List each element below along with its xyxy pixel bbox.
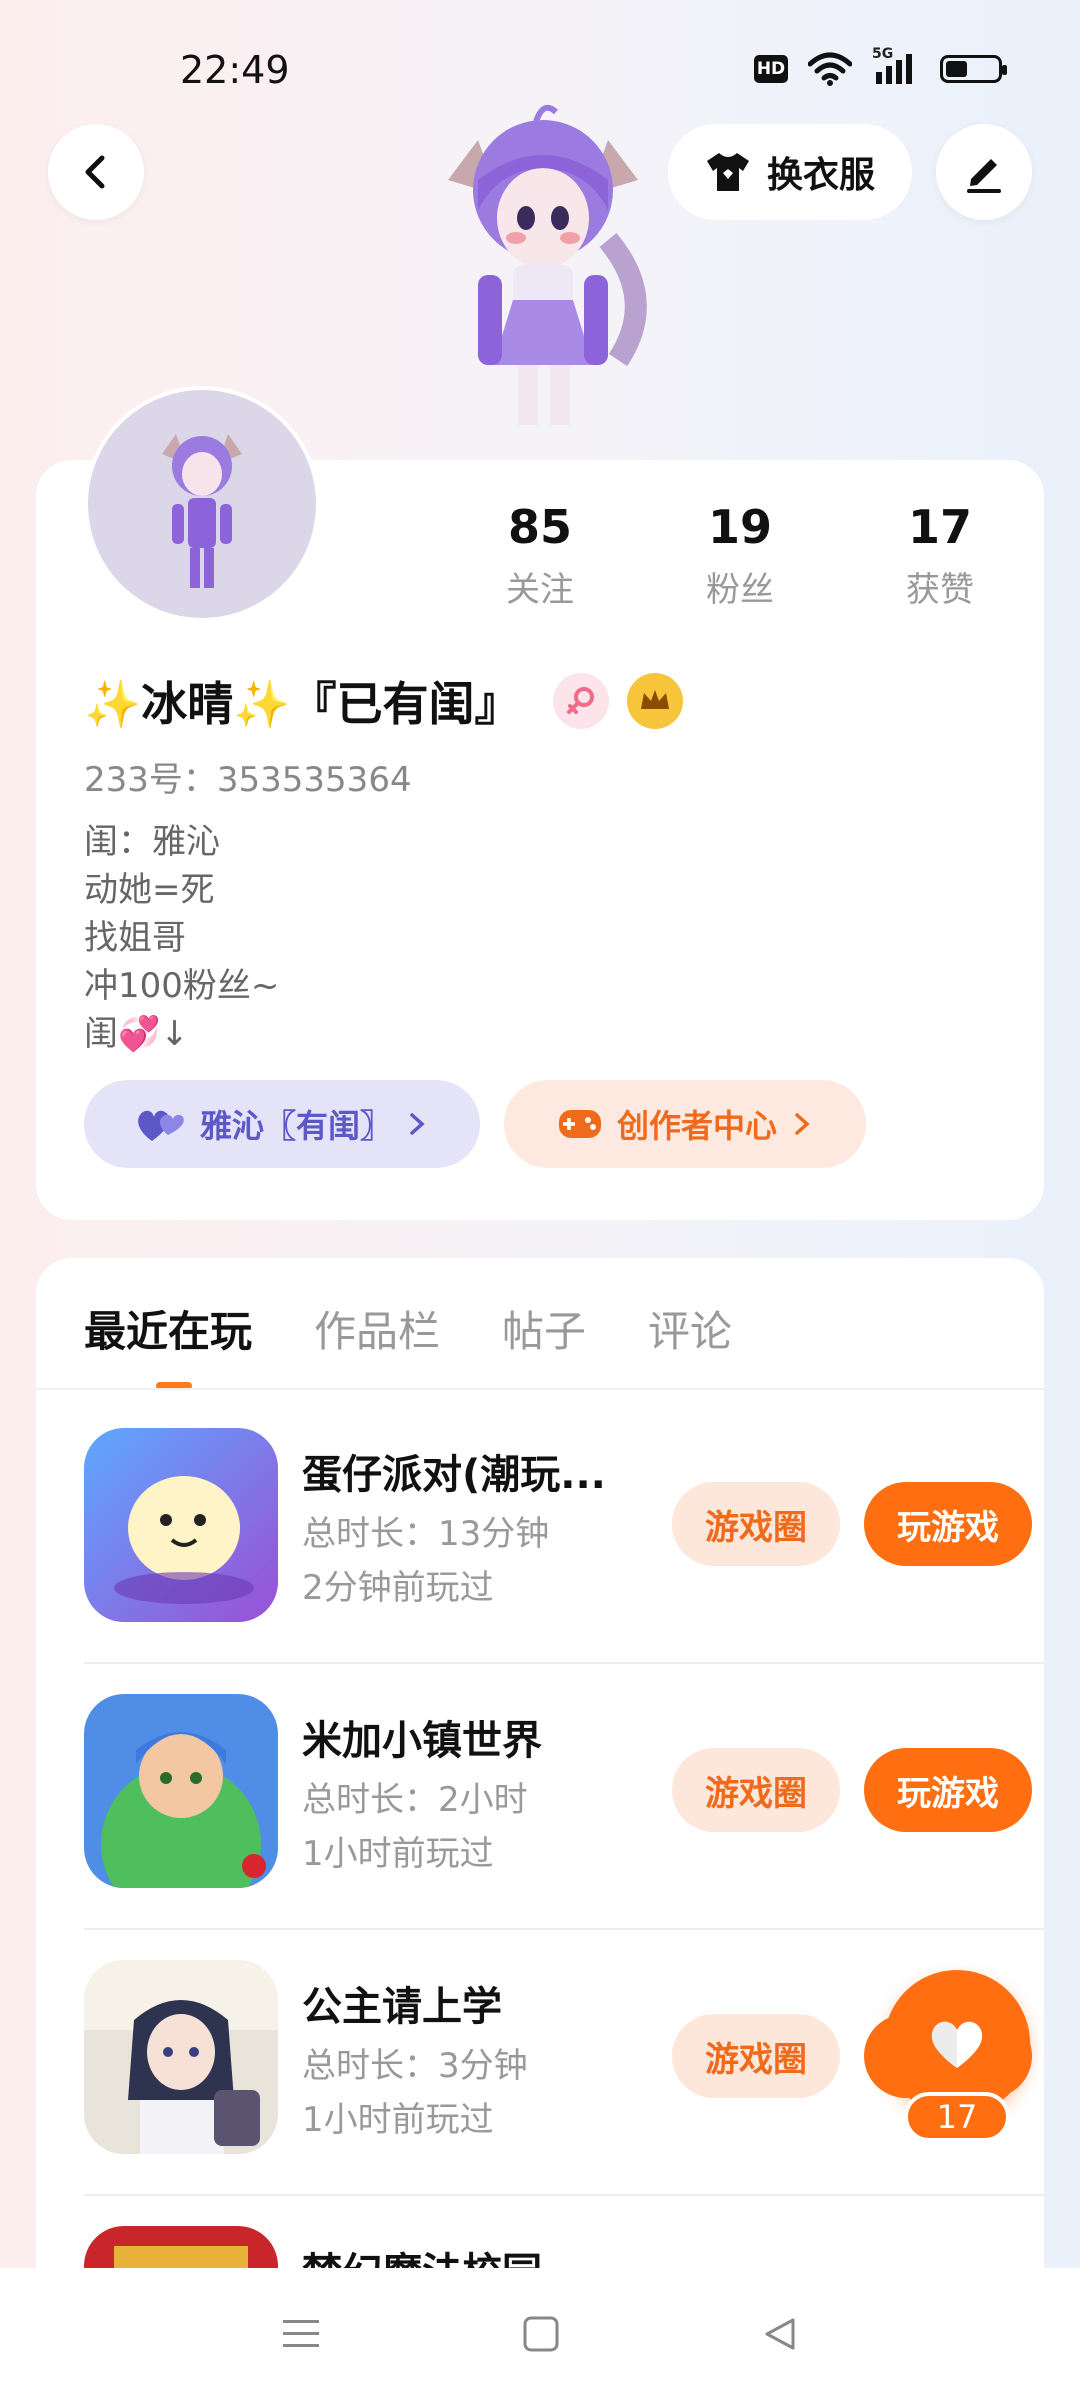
heart-icon bbox=[931, 2021, 983, 2068]
game-duration: 总时长：13分钟 bbox=[302, 1514, 550, 1554]
stat-label: 获赞 bbox=[906, 570, 974, 610]
bio-line: 冲100粉丝~ bbox=[84, 966, 280, 1006]
creator-center-button[interactable]: 创作者中心 bbox=[504, 1080, 866, 1168]
stat-value: 85 bbox=[507, 500, 572, 554]
game-icon-eggy-party[interactable] bbox=[84, 1428, 278, 1622]
profile-tabs: 最近在玩 作品栏 帖子 评论 bbox=[84, 1298, 732, 1359]
game-icon-magic-school[interactable] bbox=[84, 2226, 278, 2268]
tab-posts[interactable]: 帖子 bbox=[502, 1298, 586, 1359]
game-title: 蛋仔派对(潮玩... bbox=[302, 1452, 602, 1498]
bio: 闺：雅沁 动她=死 找姐哥 冲100粉丝~ 闺💞↓ bbox=[84, 818, 279, 1058]
game-title: 梦幻魔法校园 bbox=[302, 2240, 602, 2268]
game-icon-miga-world[interactable] bbox=[84, 1694, 278, 1888]
game-row[interactable]: 蛋仔派对(潮玩... 总时长：13分钟 2分钟前玩过 游戏圈 玩游戏 bbox=[84, 1398, 1044, 1664]
system-navigation-bar bbox=[0, 2268, 1080, 2400]
menu-icon[interactable] bbox=[281, 2316, 321, 2352]
dress-up-label: 换衣服 bbox=[766, 155, 875, 196]
status-time: 22:49 bbox=[180, 48, 290, 92]
status-icons: HD 5G bbox=[754, 46, 1007, 86]
gamepad-icon bbox=[558, 1110, 601, 1138]
username-row: ✨冰晴✨『已有闺』 bbox=[84, 668, 683, 734]
game-last-played: 1小时前玩过 bbox=[302, 2100, 494, 2140]
user-id: 233号：353535364 bbox=[84, 760, 412, 800]
game-circle-button[interactable]: 游戏圈 bbox=[672, 2014, 840, 2098]
game-last-played: 2分钟前玩过 bbox=[302, 1568, 494, 1608]
home-icon[interactable] bbox=[522, 2315, 560, 2353]
game-row[interactable]: 梦幻魔法校园 bbox=[84, 2196, 1044, 2268]
pen-icon bbox=[967, 159, 1001, 193]
bio-line: 闺💞↓ bbox=[84, 1014, 189, 1054]
lover-pill-button[interactable]: 雅沁〖有闺〗 bbox=[84, 1080, 480, 1168]
game-title: 米加小镇世界 bbox=[302, 1718, 542, 1764]
edit-profile-button[interactable] bbox=[936, 124, 1032, 220]
tab-comments[interactable]: 评论 bbox=[648, 1298, 732, 1359]
chevron-right-icon bbox=[795, 1113, 810, 1135]
game-duration: 总时长：2小时 bbox=[302, 1780, 528, 1820]
like-count-badge: 17 bbox=[904, 2092, 1010, 2142]
tab-works[interactable]: 作品栏 bbox=[314, 1298, 440, 1359]
stat-value: 19 bbox=[707, 500, 772, 554]
play-game-button[interactable]: 玩游戏 bbox=[864, 1748, 1032, 1832]
tab-recent-played[interactable]: 最近在玩 bbox=[84, 1298, 252, 1359]
stat-label: 粉丝 bbox=[706, 570, 774, 610]
avatar-image bbox=[162, 434, 242, 588]
bio-line: 找姐哥 bbox=[84, 918, 186, 958]
bio-line: 闺：雅沁 bbox=[84, 822, 220, 862]
chevron-left-icon bbox=[85, 155, 105, 189]
chevron-right-icon bbox=[410, 1113, 425, 1135]
profile-stats: 85 关注 19 粉丝 17 获赞 bbox=[440, 500, 1040, 611]
female-icon bbox=[552, 673, 609, 729]
creator-center-label: 创作者中心 bbox=[616, 1107, 777, 1145]
play-game-button[interactable]: 玩游戏 bbox=[864, 1482, 1032, 1566]
crown-icon[interactable] bbox=[626, 673, 683, 729]
avatar-character-image[interactable] bbox=[418, 100, 668, 460]
game-row[interactable]: 米加小镇世界 总时长：2小时 1小时前玩过 游戏圈 玩游戏 bbox=[84, 1664, 1044, 1930]
dress-up-button[interactable]: 换衣服 bbox=[668, 124, 912, 220]
game-duration: 总时长：3分钟 bbox=[302, 2046, 528, 2086]
game-circle-button[interactable]: 游戏圈 bbox=[672, 1482, 840, 1566]
battery-icon bbox=[940, 55, 1007, 83]
username: ✨冰晴✨『已有闺』 bbox=[84, 677, 521, 731]
lover-pill-label: 雅沁〖有闺〗 bbox=[199, 1107, 392, 1145]
cellular-signal-icon: 5G bbox=[872, 46, 920, 86]
hearts-icon bbox=[138, 1110, 184, 1141]
back-button[interactable] bbox=[48, 124, 144, 220]
wifi-icon bbox=[808, 52, 852, 86]
bio-line: 动她=死 bbox=[84, 870, 215, 910]
stat-following[interactable]: 85 关注 bbox=[440, 500, 640, 611]
recent-games-card: 最近在玩 作品栏 帖子 评论 蛋仔派对(潮玩... 总时长：13分钟 2分钟前玩… bbox=[36, 1258, 1044, 2268]
divider bbox=[36, 1388, 1044, 1390]
game-title: 公主请上学 bbox=[302, 1984, 502, 2030]
stat-likes[interactable]: 17 获赞 bbox=[840, 500, 1040, 611]
hd-icon: HD bbox=[754, 55, 788, 83]
tshirt-icon bbox=[706, 153, 749, 191]
game-circle-button[interactable]: 游戏圈 bbox=[672, 1748, 840, 1832]
game-last-played: 1小时前玩过 bbox=[302, 1834, 494, 1874]
avatar[interactable] bbox=[84, 386, 320, 622]
stat-value: 17 bbox=[907, 500, 972, 554]
back-triangle-icon[interactable] bbox=[761, 2315, 799, 2353]
stat-label: 关注 bbox=[506, 570, 574, 610]
game-icon-princess-school[interactable] bbox=[84, 1960, 278, 2154]
stat-followers[interactable]: 19 粉丝 bbox=[640, 500, 840, 611]
